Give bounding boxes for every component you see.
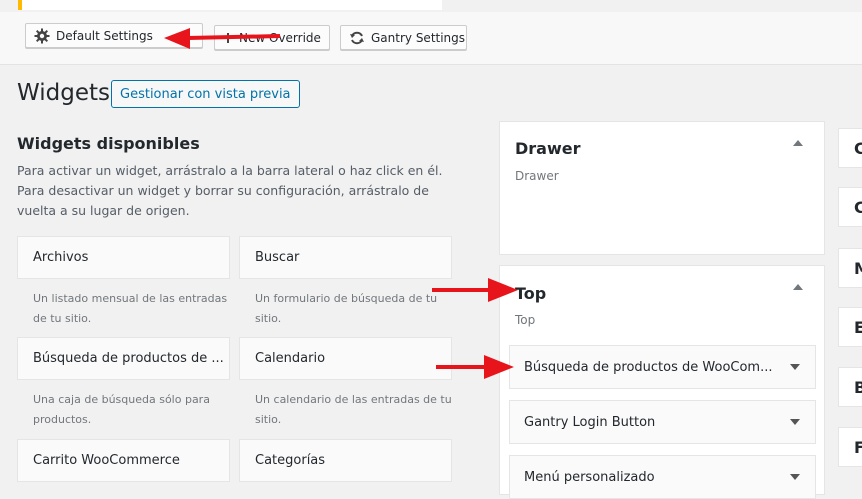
sidebar-area-collapsed[interactable]: B [838, 367, 862, 407]
sidebar-area-collapsed[interactable]: F [838, 427, 862, 467]
gantry-toolbar: Default Settings New Override Gantry Set… [0, 12, 862, 65]
drawer-subtitle: Drawer [515, 169, 559, 183]
top-widget-label: Gantry Login Button [524, 414, 656, 430]
top-widget-gantry-login[interactable]: Gantry Login Button [509, 400, 816, 444]
annotation-arrow-icon [432, 278, 518, 302]
expand-widget-icon[interactable] [790, 474, 800, 480]
widget-busqueda-productos-description: Una caja de búsqueda sólo para productos… [33, 393, 210, 426]
widget-calendario[interactable]: Calendario [239, 337, 452, 380]
sidebar-area-drawer[interactable]: Drawer Drawer [499, 121, 825, 255]
top-widget-label: Búsqueda de productos de WooCom... [524, 359, 773, 375]
widget-archivos[interactable]: Archivos [17, 236, 230, 279]
notice-bar [18, 0, 442, 10]
annotation-arrow-icon [436, 355, 514, 379]
sidebar-area-collapsed[interactable]: E [838, 307, 862, 347]
collapse-drawer-icon[interactable] [793, 140, 803, 146]
annotation-arrow-icon [164, 28, 281, 49]
available-widgets-description: Para activar un widget, arrástralo a la … [17, 163, 443, 218]
sync-icon [350, 31, 364, 44]
widget-archivos-description: Un listado mensual de las entradas de tu… [33, 292, 228, 325]
gantry-settings-button[interactable]: Gantry Settings [340, 25, 467, 50]
page-title: Widgets [17, 80, 110, 106]
widget-buscar-description: Un formulario de búsqueda de tu sitio. [255, 292, 438, 325]
widget-carrito-woocommerce[interactable]: Carrito WooCommerce [17, 439, 230, 482]
top-widget-label: Menú personalizado [524, 469, 655, 485]
gear-icon [34, 28, 50, 43]
widget-buscar[interactable]: Buscar [239, 236, 452, 279]
collapse-top-icon[interactable] [793, 284, 803, 290]
widget-busqueda-productos[interactable]: Búsqueda de productos de ... [17, 337, 230, 380]
sidebar-area-collapsed[interactable]: C [838, 128, 862, 168]
top-subtitle: Top [515, 313, 536, 327]
expand-widget-icon[interactable] [790, 419, 800, 425]
sidebar-area-collapsed[interactable]: C [838, 187, 862, 227]
gantry-settings-label: Gantry Settings [371, 30, 466, 45]
sidebar-area-collapsed[interactable]: M [838, 248, 862, 288]
widget-categorias[interactable]: Categorías [239, 439, 452, 482]
top-widget-menu-personalizado[interactable]: Menú personalizado [509, 455, 816, 499]
top-widget-busqueda-productos[interactable]: Búsqueda de productos de WooCom... [509, 345, 816, 389]
expand-widget-icon[interactable] [790, 364, 800, 370]
available-widgets-title: Widgets disponibles [17, 134, 200, 153]
drawer-title: Drawer [515, 139, 581, 158]
widget-calendario-description: Un calendario de las entradas de tu siti… [255, 393, 452, 426]
manage-preview-button[interactable]: Gestionar con vista previa [111, 80, 300, 108]
default-settings-label: Default Settings [56, 28, 153, 43]
